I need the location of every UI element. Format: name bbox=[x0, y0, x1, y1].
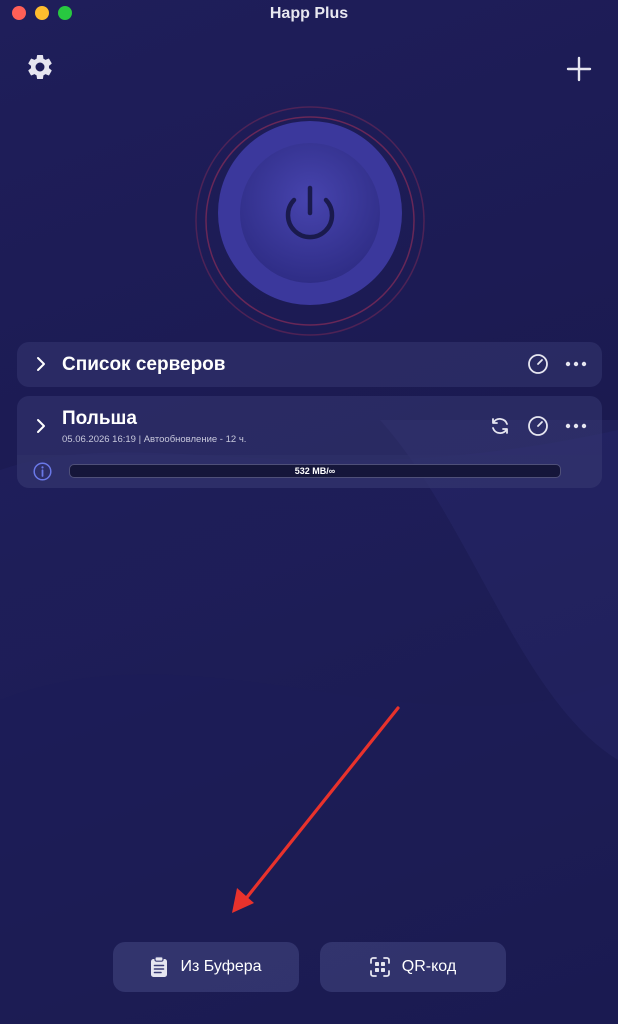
gear-icon bbox=[28, 54, 52, 79]
autoupdate-interval: Автообновление - 12 ч. bbox=[143, 434, 247, 445]
refresh-icon[interactable] bbox=[488, 414, 512, 438]
clipboard-icon bbox=[151, 956, 168, 977]
server-list-title: Список серверов bbox=[62, 354, 226, 375]
more-dots-icon[interactable] bbox=[564, 352, 588, 376]
chevron-right-icon[interactable] bbox=[32, 417, 50, 435]
traffic-usage: 532 MB/∞ bbox=[294, 466, 336, 476]
clipboard-button-label: Из Буфера bbox=[180, 958, 262, 975]
scan-qr-button[interactable]: QR-код bbox=[320, 942, 506, 992]
server-list-card[interactable]: Список серверов bbox=[17, 342, 602, 387]
import-from-clipboard-button[interactable]: Из Буфера bbox=[113, 942, 299, 992]
title-bar: Happ Plus bbox=[0, 0, 618, 28]
app-window: Happ Plus Список серверов Польша 05.06.2… bbox=[0, 0, 618, 1024]
subscription-meta: 05.06.2026 16:19 | Автообновление - 12 ч… bbox=[62, 434, 246, 445]
chevron-right-icon[interactable] bbox=[32, 355, 50, 373]
traffic-row: 532 MB/∞ bbox=[17, 455, 602, 488]
server-list-actions bbox=[526, 352, 588, 376]
qr-button-label: QR-код bbox=[401, 958, 457, 975]
traffic-progress-bar: 532 MB/∞ bbox=[69, 464, 561, 478]
settings-button[interactable] bbox=[23, 50, 57, 84]
window-title: Happ Plus bbox=[269, 5, 349, 22]
qr-code-icon bbox=[369, 957, 390, 977]
plus-icon bbox=[566, 56, 592, 82]
subscription-actions bbox=[488, 414, 588, 438]
more-dots-icon[interactable] bbox=[564, 414, 588, 438]
speedometer-icon[interactable] bbox=[526, 414, 550, 438]
info-icon[interactable] bbox=[33, 462, 52, 481]
add-button[interactable] bbox=[562, 52, 596, 86]
subscription-title: Польша bbox=[62, 408, 137, 429]
speedometer-icon[interactable] bbox=[526, 352, 550, 376]
update-date: 05.06.2026 16:19 bbox=[62, 434, 136, 445]
subscription-card[interactable]: Польша 05.06.2026 16:19 | Автообновление… bbox=[17, 396, 602, 488]
meta-separator: | bbox=[138, 434, 142, 445]
power-button bbox=[195, 106, 425, 336]
connect-toggle[interactable] bbox=[193, 104, 427, 338]
